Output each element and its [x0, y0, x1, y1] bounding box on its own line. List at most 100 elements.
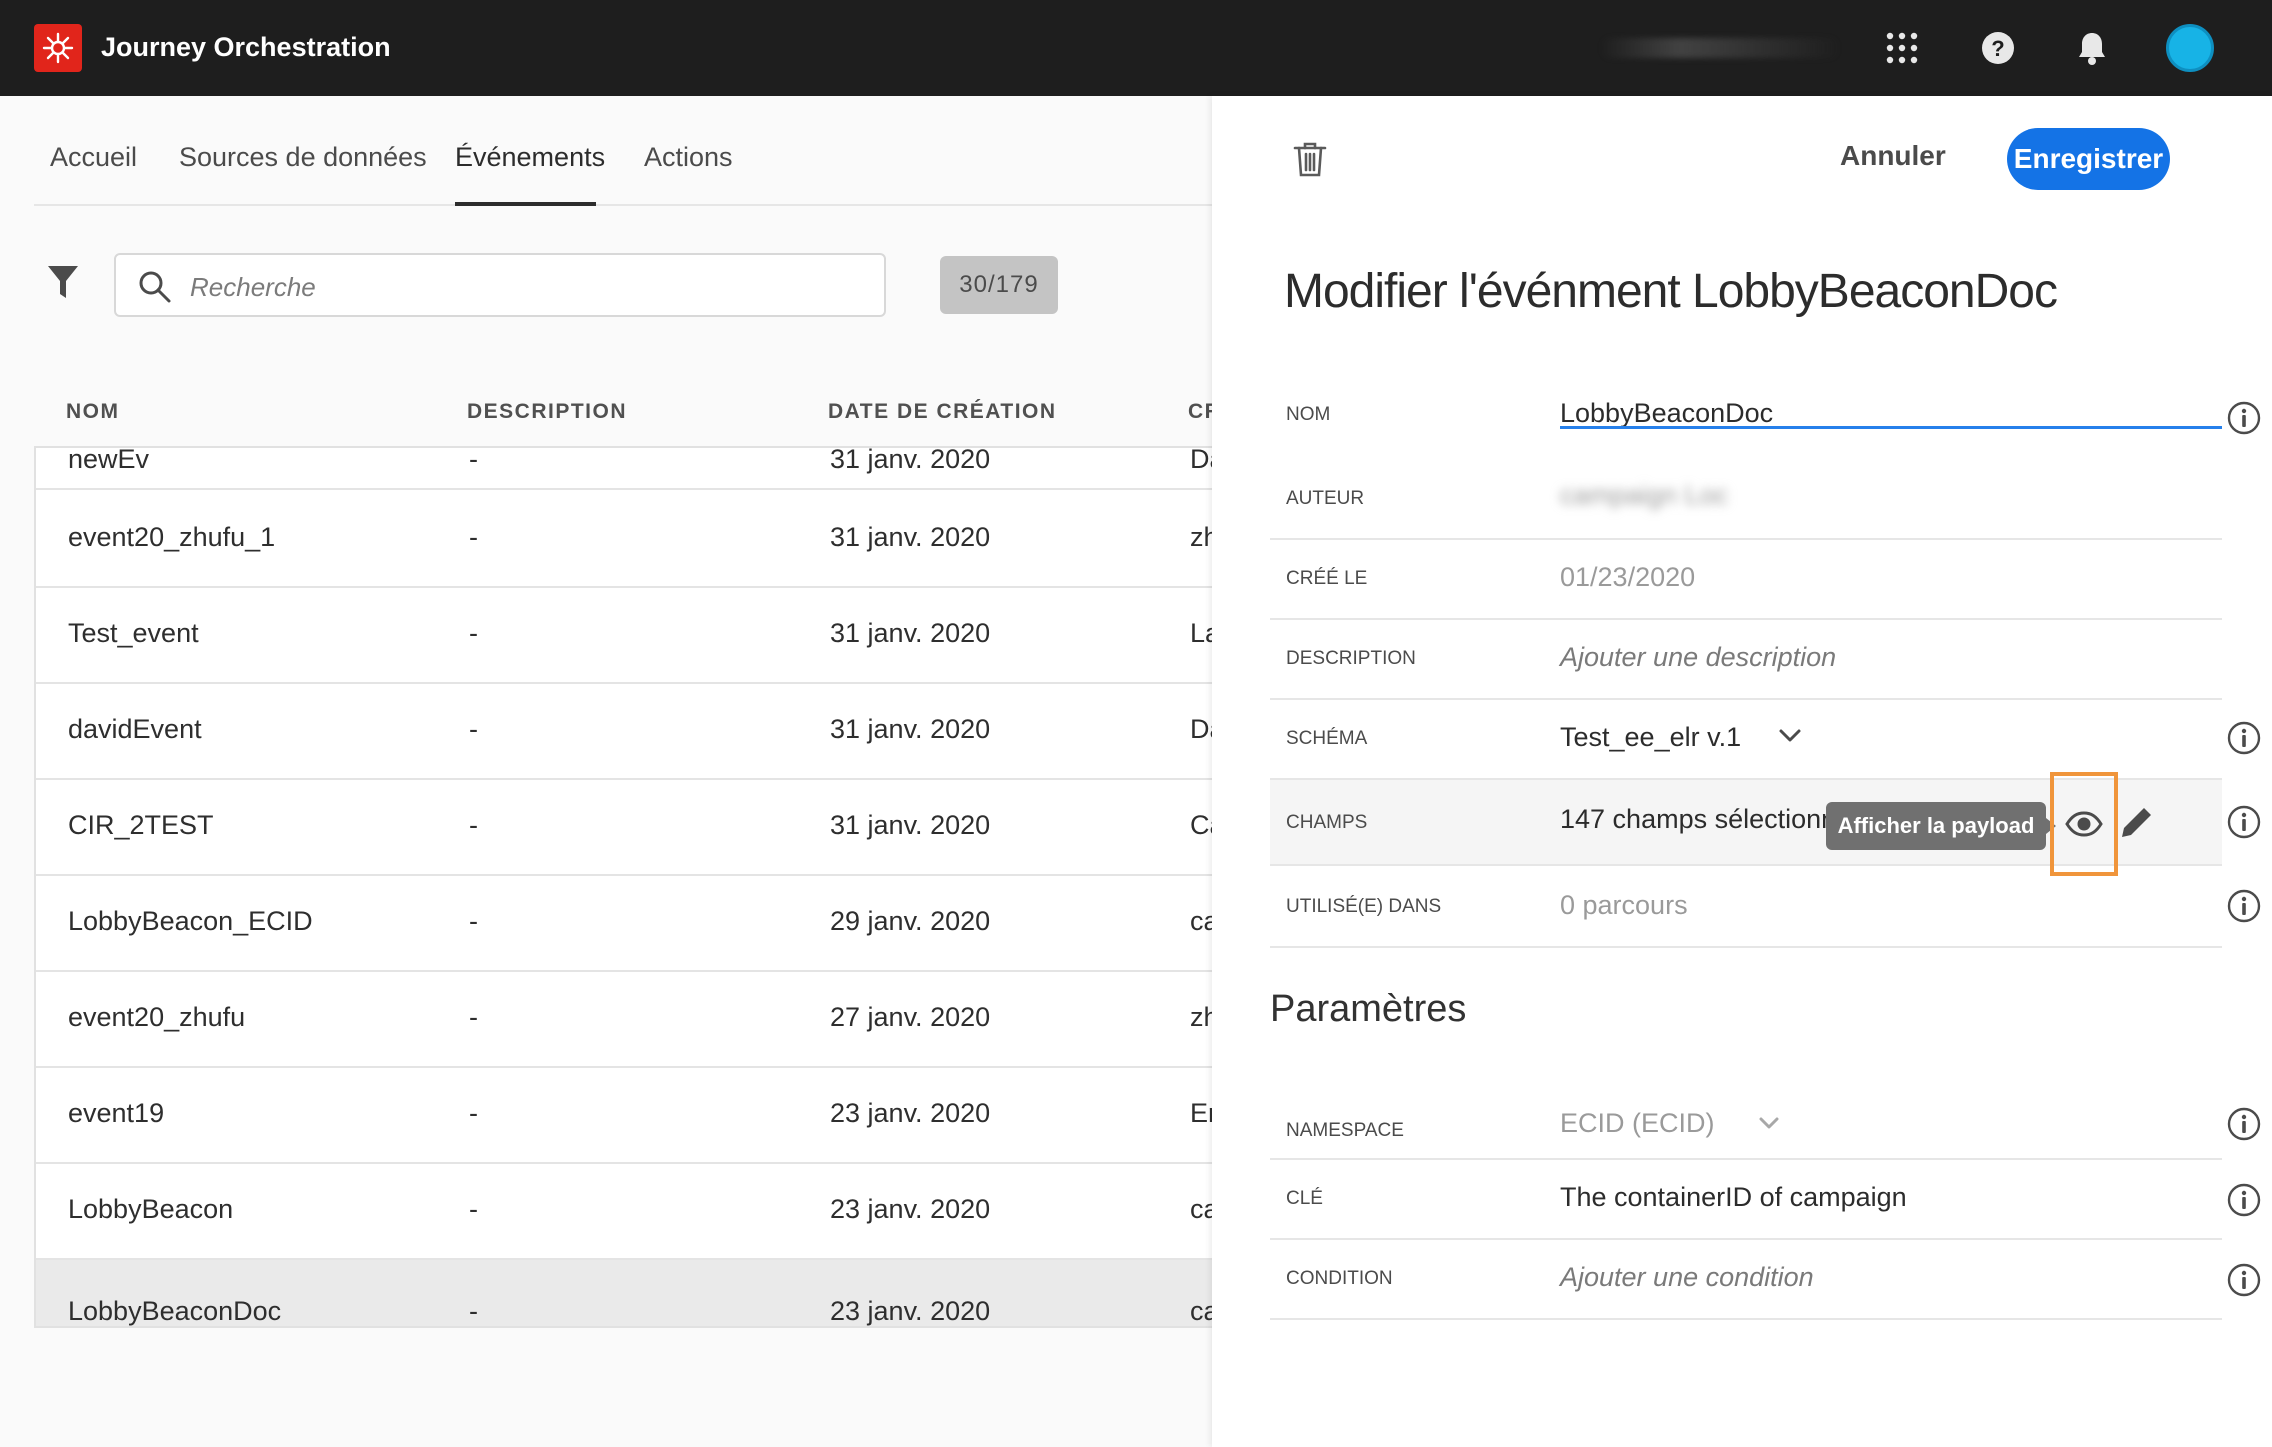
field-label: NAMESPACE: [1286, 1120, 1404, 1141]
cell-date: 23 janv. 2020: [830, 1194, 991, 1224]
top-bar: Journey Orchestration ?: [0, 0, 2272, 96]
info-icon[interactable]: [2226, 720, 2262, 756]
table-row[interactable]: CIR_2TEST - 31 janv. 2020 Ca: [36, 780, 1212, 876]
description-input[interactable]: Ajouter une description: [1560, 642, 1836, 673]
cell-date: 31 janv. 2020: [830, 810, 991, 840]
field-label: DESCRIPTION: [1286, 648, 1416, 669]
field-row-used-in: UTILISÉ(E) DANS 0 parcours: [1270, 866, 2261, 948]
condition-input[interactable]: Ajouter une condition: [1560, 1262, 1814, 1293]
cell-description: -: [469, 1194, 478, 1224]
cell-date: 23 janv. 2020: [830, 1296, 991, 1326]
parameters-title: Paramètres: [1270, 988, 1467, 1030]
search-input[interactable]: Recherche: [114, 253, 886, 317]
name-input-underline: [1560, 426, 2222, 429]
table-row[interactable]: davidEvent - 31 janv. 2020 Da: [36, 684, 1212, 780]
panel-title: Modifier l'événment LobbyBeaconDoc: [1284, 265, 2058, 318]
search-placeholder: Recherche: [190, 272, 316, 302]
field-label: CONDITION: [1286, 1268, 1393, 1289]
column-header-description[interactable]: DESCRIPTION: [467, 400, 627, 424]
field-row-created: CRÉÉ LE 01/23/2020: [1270, 540, 2222, 620]
info-icon[interactable]: [2226, 1182, 2262, 1218]
schema-select[interactable]: Test_ee_elr v.1: [1560, 722, 1741, 753]
name-input[interactable]: LobbyBeaconDoc: [1560, 398, 1773, 429]
info-icon[interactable]: [2226, 1106, 2262, 1142]
cell-description: -: [469, 1296, 478, 1326]
field-row-author: AUTEUR campaign Loc: [1270, 460, 2222, 540]
field-row-condition: CONDITION Ajouter une condition: [1270, 1240, 2261, 1320]
table-row-selected[interactable]: LobbyBeaconDoc - 23 janv. 2020 ca: [36, 1260, 1212, 1326]
field-row-schema: SCHÉMA Test_ee_elr v.1: [1270, 700, 2261, 780]
key-value[interactable]: The containerID of campaign: [1560, 1182, 1907, 1213]
active-tab-indicator: [455, 202, 596, 206]
namespace-select: ECID (ECID): [1560, 1108, 1715, 1138]
svg-text:?: ?: [1991, 36, 2004, 61]
cell-date: 31 janv. 2020: [830, 618, 991, 648]
apps-grid-icon[interactable]: [1880, 26, 1924, 70]
avatar[interactable]: [2166, 24, 2214, 72]
cell-creator: Da: [1190, 714, 1212, 744]
chevron-down-icon: [1758, 1116, 1780, 1135]
cell-date: 31 janv. 2020: [830, 714, 991, 744]
cell-name: LobbyBeaconDoc: [68, 1296, 282, 1326]
field-label: CHAMPS: [1286, 812, 1368, 833]
info-icon[interactable]: [2226, 400, 2262, 436]
cell-description: -: [469, 714, 478, 744]
cell-creator: Ca: [1190, 810, 1212, 840]
cell-creator: ca: [1190, 906, 1212, 936]
column-header-date[interactable]: DATE DE CRÉATION: [828, 400, 1057, 424]
org-switcher[interactable]: [1600, 38, 1840, 58]
tab-sources-de-donnees[interactable]: Sources de données: [179, 142, 427, 173]
field-row-namespace: NAMESPACE ECID (ECID): [1270, 1100, 2261, 1160]
cancel-button[interactable]: Annuler: [1840, 140, 1946, 172]
created-date-value: 01/23/2020: [1560, 562, 1696, 592]
table-row[interactable]: event19 - 23 janv. 2020 Er: [36, 1068, 1212, 1164]
cell-creator: zh: [1190, 1002, 1212, 1032]
filter-icon[interactable]: [46, 264, 86, 304]
table-row[interactable]: LobbyBeacon - 23 janv. 2020 ca: [36, 1164, 1212, 1260]
help-icon[interactable]: ?: [1976, 26, 2020, 70]
tab-evenements[interactable]: Événements: [455, 142, 605, 173]
column-header-nom[interactable]: NOM: [66, 400, 120, 424]
main-tabs: Accueil Sources de données Événements Ac…: [34, 96, 1212, 206]
edit-event-panel: Annuler Enregistrer Modifier l'événment …: [1212, 96, 2272, 1447]
field-row-description: DESCRIPTION Ajouter une description: [1270, 620, 2222, 700]
search-icon: [138, 270, 172, 304]
cell-creator: zh: [1190, 522, 1212, 552]
table-row[interactable]: event20_zhufu - 27 janv. 2020 zh: [36, 972, 1212, 1068]
cell-creator: ca: [1190, 1296, 1212, 1326]
events-list-pane: Accueil Sources de données Événements Ac…: [0, 96, 1212, 1447]
cell-name: LobbyBeacon: [68, 1194, 234, 1224]
table-row[interactable]: LobbyBeacon_ECID - 29 janv. 2020 ca: [36, 876, 1212, 972]
app-title: Journey Orchestration: [101, 32, 391, 62]
column-header-creator[interactable]: CR: [1188, 400, 1212, 424]
cell-description: -: [469, 1002, 478, 1032]
app-logo-icon[interactable]: [34, 24, 82, 72]
tab-actions[interactable]: Actions: [644, 142, 733, 173]
cell-date: 31 janv. 2020: [830, 446, 991, 474]
cell-name: event19: [68, 1098, 165, 1128]
cell-name: LobbyBeacon_ECID: [68, 906, 313, 936]
fields-count-value: 147 champs sélectionné: [1560, 804, 1852, 834]
bell-icon[interactable]: [2070, 26, 2114, 70]
info-icon[interactable]: [2226, 888, 2262, 924]
chevron-down-icon[interactable]: [1778, 728, 1802, 749]
eye-icon[interactable]: [2064, 808, 2104, 840]
field-label: SCHÉMA: [1286, 728, 1368, 749]
view-payload-tooltip: Afficher la payload: [1826, 802, 2056, 850]
tab-accueil[interactable]: Accueil: [50, 142, 137, 173]
info-icon[interactable]: [2226, 804, 2262, 840]
table-row[interactable]: event20_zhufu_1 - 31 janv. 2020 zh: [36, 492, 1212, 588]
events-table: newEv - 31 janv. 2020 Da event20_zhufu_1…: [34, 446, 1212, 1328]
cell-creator: ca: [1190, 1194, 1212, 1224]
save-button[interactable]: Enregistrer: [2007, 128, 2170, 190]
info-icon[interactable]: [2226, 1262, 2262, 1298]
table-row[interactable]: Test_event - 31 janv. 2020 La: [36, 588, 1212, 684]
cell-name: CIR_2TEST: [68, 810, 214, 840]
field-label: AUTEUR: [1286, 488, 1365, 509]
cell-description: -: [469, 906, 478, 936]
cell-creator: Da: [1190, 446, 1212, 474]
pencil-icon[interactable]: [2117, 804, 2155, 842]
cell-description: -: [469, 522, 478, 552]
table-row[interactable]: newEv - 31 janv. 2020 Da: [36, 446, 1212, 490]
trash-icon[interactable]: [1292, 140, 1330, 180]
